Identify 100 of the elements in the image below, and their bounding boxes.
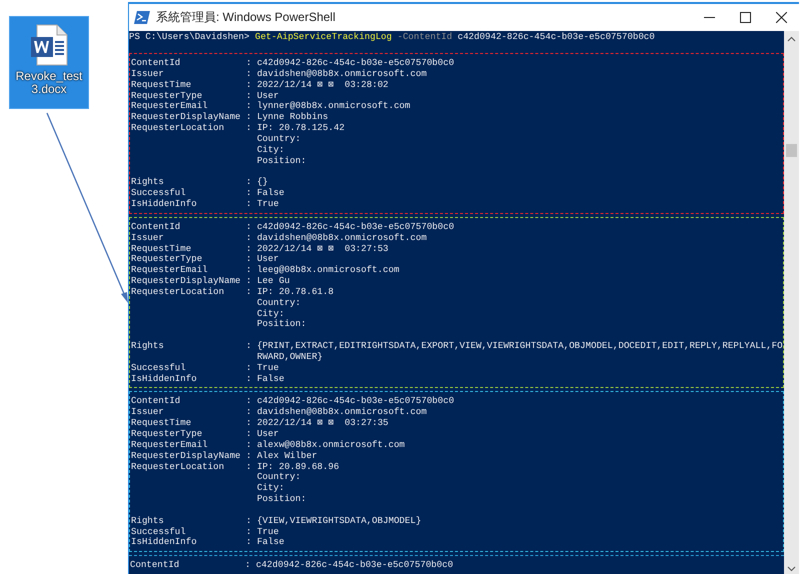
separator: : [246, 123, 252, 134]
scroll-down-icon[interactable] [787, 566, 796, 572]
parameter-value: c42d0942-826c-454c-b03e-e5c07570b0c0 [458, 31, 655, 42]
field-name: IsHiddenInfo [131, 374, 198, 384]
field-name: ContentId [131, 222, 182, 233]
separator: : [246, 222, 252, 233]
window-title: 系統管理員: Windows PowerShell [156, 9, 336, 26]
separator: : [246, 374, 252, 384]
field-value: 2022/12/14 ⊠ ⊠ 03:27:35 [256, 418, 388, 429]
field-value: Alex Wilber [256, 450, 318, 462]
field-value: davidshen@08b8x.onmicrosoft.com [256, 407, 427, 418]
word-document-icon [29, 24, 69, 66]
field-name: Rights [131, 177, 165, 188]
prompt-text: PS C:\Users\Davidshen> [129, 31, 250, 42]
scroll-thumb[interactable] [786, 144, 797, 157]
field-name: Rights [131, 341, 165, 352]
field-value: User [256, 90, 279, 101]
separator: : [246, 516, 252, 527]
field-value: lynner@08b8x.onmicrosoft.com [256, 101, 410, 112]
field-name: RequesterDisplayName [131, 276, 242, 287]
separator: : [246, 90, 252, 102]
field-name: Issuer [131, 232, 165, 244]
field-name: RequesterDisplayName [131, 450, 242, 462]
file-icon[interactable]: Revoke_test 3.docx [9, 16, 89, 109]
field-value: Position: [256, 494, 306, 505]
field-value: Lee Gu [256, 276, 290, 287]
separator: : [246, 396, 252, 408]
field-name: Successful [131, 362, 187, 374]
field-name: RequestTime [131, 418, 192, 429]
field-value: RWARD,OWNER} [256, 352, 323, 363]
field-value: c42d0942-826c-454c-b03e-e5c07570b0c0 [256, 560, 454, 572]
field-value: False [256, 374, 284, 384]
field-name: RequesterEmail [131, 440, 209, 451]
field-value: Position: [256, 319, 306, 330]
field-value: leeg@08b8x.onmicrosoft.com [256, 265, 400, 276]
separator: : [246, 407, 252, 418]
field-name: IsHiddenInfo [131, 537, 198, 548]
separator: : [246, 450, 252, 462]
separator: : [246, 254, 252, 266]
separator: : [246, 58, 252, 69]
field-value: c42d0942-826c-454c-b03e-e5c07570b0c0 [256, 222, 454, 233]
field-name: RequesterType [131, 429, 204, 440]
field-value: Position: [256, 156, 306, 166]
field-value: User [256, 429, 279, 440]
file-name: Revoke_test 3.docx [16, 70, 82, 96]
separator: : [246, 101, 252, 112]
field-value: City: [256, 308, 284, 319]
field-name: RequesterLocation [131, 123, 226, 134]
separator: : [246, 177, 252, 188]
separator: : [246, 265, 252, 276]
scrollbar[interactable] [784, 31, 799, 574]
separator: : [246, 440, 252, 451]
separator: : [246, 232, 252, 244]
field-name: RequesterLocation [131, 286, 226, 298]
separator: : [244, 560, 252, 572]
separator: : [246, 341, 252, 352]
cmdlet-name: Get-AipServiceTrackingLog [254, 31, 392, 42]
separator: : [246, 362, 252, 374]
field-name: RequesterEmail [131, 101, 209, 112]
field-name: RequesterType [131, 90, 204, 101]
field-name: Successful [131, 188, 187, 199]
field-value: 2022/12/14 ⊠ ⊠ 03:28:02 [256, 80, 388, 91]
field-value: True [256, 526, 279, 537]
separator: : [246, 418, 252, 429]
field-value: 2022/12/14 ⊠ ⊠ 03:27:53 [256, 244, 388, 254]
field-name: RequestTime [131, 80, 192, 91]
field-value: City: [256, 144, 284, 156]
maximize-icon [740, 12, 750, 23]
separator: : [246, 286, 252, 298]
field-name: RequesterType [131, 254, 204, 265]
separator: : [246, 68, 252, 80]
field-value: davidshen@08b8x.onmicrosoft.com [256, 68, 427, 80]
powershell-icon [134, 11, 150, 24]
field-value: IP: 20.78.61.8 [256, 286, 334, 298]
field-name: RequesterEmail [131, 265, 209, 276]
field-value: Country: [256, 134, 301, 145]
field-name: Issuer [131, 68, 165, 80]
field-name: RequesterDisplayName [131, 112, 242, 123]
field-value: alexw@08b8x.onmicrosoft.com [256, 440, 405, 451]
field-name: Issuer [131, 407, 165, 418]
separator: : [246, 276, 252, 287]
scroll-up-icon[interactable] [787, 36, 796, 42]
field-value: c42d0942-826c-454c-b03e-e5c07570b0c0 [256, 396, 454, 407]
separator: : [246, 429, 252, 440]
separator: : [246, 80, 252, 91]
field-value: False [256, 188, 284, 199]
field-value: City: [256, 483, 284, 494]
field-value: {PRINT,EXTRACT,EDITRIGHTSDATA,EXPORT,VIEW,VIEWRIGHTSDATA,OBJMODEL,DOCEDIT,EDIT,REPLY,REPLYALL,FO [256, 341, 783, 352]
separator: : [246, 198, 252, 210]
separator: : [246, 537, 252, 548]
field-value: Country: [256, 472, 301, 483]
parameter-name: -ContentId [397, 31, 452, 42]
field-value: {} [256, 177, 268, 188]
separator: : [246, 188, 252, 199]
field-value: User [256, 254, 279, 265]
field-name: ContentId [131, 58, 182, 69]
field-value: IP: 20.89.68.96 [256, 462, 340, 472]
field-value: davidshen@08b8x.onmicrosoft.com [256, 232, 427, 244]
separator: : [246, 526, 252, 538]
field-value: Country: [256, 298, 301, 309]
